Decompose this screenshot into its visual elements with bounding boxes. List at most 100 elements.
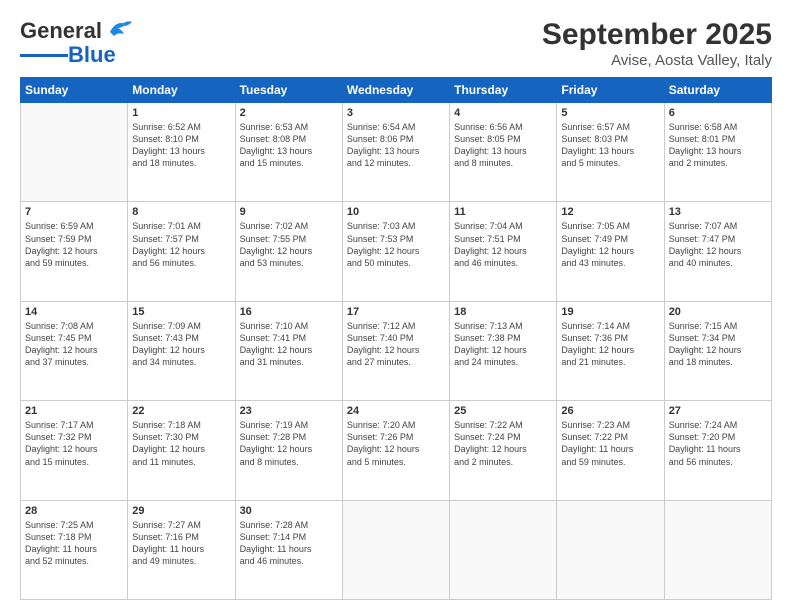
day-content: Sunrise: 7:14 AM Sunset: 7:36 PM Dayligh… — [561, 320, 659, 369]
day-content: Sunrise: 7:03 AM Sunset: 7:53 PM Dayligh… — [347, 220, 445, 269]
calendar-cell — [450, 500, 557, 599]
calendar-cell: 28Sunrise: 7:25 AM Sunset: 7:18 PM Dayli… — [21, 500, 128, 599]
calendar-cell: 8 Sunrise: 7:01 AM Sunset: 7:57 PM Daylig… — [128, 202, 235, 301]
day-content: Sunrise: 7:28 AM Sunset: 7:14 PM Dayligh… — [240, 519, 338, 568]
day-number: 8 — [132, 206, 230, 218]
day-number: 23 — [240, 405, 338, 417]
calendar-cell: 10Sunrise: 7:03 AM Sunset: 7:53 PM Dayli… — [342, 202, 449, 301]
calendar-cell: 11 Sunrise: 7:04 AM Sunset: 7:51 PM Dayli… — [450, 202, 557, 301]
day-number: 11 — [454, 206, 552, 218]
calendar-cell: 24Sunrise: 7:20 AM Sunset: 7:26 PM Dayli… — [342, 401, 449, 500]
day-number: 6 — [669, 107, 767, 119]
calendar-week-row: 28Sunrise: 7:25 AM Sunset: 7:18 PM Dayli… — [21, 500, 772, 599]
day-number: 20 — [669, 306, 767, 318]
day-number: 7 — [25, 206, 123, 218]
calendar-cell: 4 Sunrise: 6:56 AM Sunset: 8:05 PM Daylig… — [450, 103, 557, 202]
day-number: 21 — [25, 405, 123, 417]
calendar-cell: 7 Sunrise: 6:59 AM Sunset: 7:59 PM Daylig… — [21, 202, 128, 301]
calendar-cell — [342, 500, 449, 599]
day-content: Sunrise: 6:54 AM Sunset: 8:06 PM Dayligh… — [347, 121, 445, 170]
day-content: Sunrise: 7:13 AM Sunset: 7:38 PM Dayligh… — [454, 320, 552, 369]
day-content: Sunrise: 7:01 AM Sunset: 7:57 PM Dayligh… — [132, 220, 230, 269]
col-wednesday: Wednesday — [342, 78, 449, 103]
day-number: 5 — [561, 107, 659, 119]
day-number: 2 — [240, 107, 338, 119]
day-content: Sunrise: 7:15 AM Sunset: 7:34 PM Dayligh… — [669, 320, 767, 369]
logo: General Blue — [20, 18, 132, 68]
day-number: 13 — [669, 206, 767, 218]
day-number: 30 — [240, 505, 338, 517]
calendar-table: Sunday Monday Tuesday Wednesday Thursday… — [20, 77, 772, 600]
day-content: Sunrise: 7:04 AM Sunset: 7:51 PM Dayligh… — [454, 220, 552, 269]
day-number: 27 — [669, 405, 767, 417]
day-content: Sunrise: 7:22 AM Sunset: 7:24 PM Dayligh… — [454, 419, 552, 468]
calendar-cell: 22 Sunrise: 7:18 AM Sunset: 7:30 PM Dayli… — [128, 401, 235, 500]
day-number: 14 — [25, 306, 123, 318]
calendar-cell: 30 Sunrise: 7:28 AM Sunset: 7:14 PM Dayli… — [235, 500, 342, 599]
day-number: 29 — [132, 505, 230, 517]
calendar-cell: 13 Sunrise: 7:07 AM Sunset: 7:47 PM Dayli… — [664, 202, 771, 301]
calendar-cell: 21Sunrise: 7:17 AM Sunset: 7:32 PM Dayli… — [21, 401, 128, 500]
day-content: Sunrise: 7:25 AM Sunset: 7:18 PM Dayligh… — [25, 519, 123, 568]
day-content: Sunrise: 6:53 AM Sunset: 8:08 PM Dayligh… — [240, 121, 338, 170]
logo-blue: Blue — [68, 42, 116, 68]
col-saturday: Saturday — [664, 78, 771, 103]
day-content: Sunrise: 7:27 AM Sunset: 7:16 PM Dayligh… — [132, 519, 230, 568]
calendar-cell: 12 Sunrise: 7:05 AM Sunset: 7:49 PM Dayli… — [557, 202, 664, 301]
day-content: Sunrise: 7:09 AM Sunset: 7:43 PM Dayligh… — [132, 320, 230, 369]
day-content: Sunrise: 7:23 AM Sunset: 7:22 PM Dayligh… — [561, 419, 659, 468]
logo-general: General — [20, 18, 102, 44]
day-content: Sunrise: 7:12 AM Sunset: 7:40 PM Dayligh… — [347, 320, 445, 369]
calendar-cell — [664, 500, 771, 599]
calendar-cell: 9Sunrise: 7:02 AM Sunset: 7:55 PM Daylig… — [235, 202, 342, 301]
calendar-cell — [21, 103, 128, 202]
calendar-cell: 14 Sunrise: 7:08 AM Sunset: 7:45 PM Dayli… — [21, 301, 128, 400]
day-content: Sunrise: 7:05 AM Sunset: 7:49 PM Dayligh… — [561, 220, 659, 269]
weekday-header-row: Sunday Monday Tuesday Wednesday Thursday… — [21, 78, 772, 103]
col-friday: Friday — [557, 78, 664, 103]
day-content: Sunrise: 7:20 AM Sunset: 7:26 PM Dayligh… — [347, 419, 445, 468]
day-number: 4 — [454, 107, 552, 119]
col-monday: Monday — [128, 78, 235, 103]
day-number: 12 — [561, 206, 659, 218]
day-content: Sunrise: 7:18 AM Sunset: 7:30 PM Dayligh… — [132, 419, 230, 468]
day-content: Sunrise: 6:56 AM Sunset: 8:05 PM Dayligh… — [454, 121, 552, 170]
day-content: Sunrise: 7:10 AM Sunset: 7:41 PM Dayligh… — [240, 320, 338, 369]
day-content: Sunrise: 7:24 AM Sunset: 7:20 PM Dayligh… — [669, 419, 767, 468]
calendar-week-row: 1 Sunrise: 6:52 AM Sunset: 8:10 PM Daylig… — [21, 103, 772, 202]
day-content: Sunrise: 6:52 AM Sunset: 8:10 PM Dayligh… — [132, 121, 230, 170]
day-number: 1 — [132, 107, 230, 119]
day-number: 15 — [132, 306, 230, 318]
calendar-cell: 2 Sunrise: 6:53 AM Sunset: 8:08 PM Daylig… — [235, 103, 342, 202]
calendar-week-row: 14 Sunrise: 7:08 AM Sunset: 7:45 PM Dayli… — [21, 301, 772, 400]
day-number: 9 — [240, 206, 338, 218]
calendar-cell — [557, 500, 664, 599]
calendar-cell: 20 Sunrise: 7:15 AM Sunset: 7:34 PM Dayli… — [664, 301, 771, 400]
calendar-cell: 25Sunrise: 7:22 AM Sunset: 7:24 PM Dayli… — [450, 401, 557, 500]
day-number: 17 — [347, 306, 445, 318]
col-tuesday: Tuesday — [235, 78, 342, 103]
day-content: Sunrise: 7:08 AM Sunset: 7:45 PM Dayligh… — [25, 320, 123, 369]
day-content: Sunrise: 6:58 AM Sunset: 8:01 PM Dayligh… — [669, 121, 767, 170]
day-content: Sunrise: 7:07 AM Sunset: 7:47 PM Dayligh… — [669, 220, 767, 269]
logo-underline — [20, 54, 68, 57]
day-number: 26 — [561, 405, 659, 417]
calendar-cell: 19 Sunrise: 7:14 AM Sunset: 7:36 PM Dayli… — [557, 301, 664, 400]
logo-bird-icon — [104, 18, 132, 40]
calendar-body: 1 Sunrise: 6:52 AM Sunset: 8:10 PM Daylig… — [21, 103, 772, 600]
day-number: 3 — [347, 107, 445, 119]
col-thursday: Thursday — [450, 78, 557, 103]
calendar-cell: 15 Sunrise: 7:09 AM Sunset: 7:43 PM Dayli… — [128, 301, 235, 400]
day-number: 22 — [132, 405, 230, 417]
day-content: Sunrise: 6:59 AM Sunset: 7:59 PM Dayligh… — [25, 220, 123, 269]
calendar-cell: 5Sunrise: 6:57 AM Sunset: 8:03 PM Daylig… — [557, 103, 664, 202]
calendar-cell: 18Sunrise: 7:13 AM Sunset: 7:38 PM Dayli… — [450, 301, 557, 400]
day-number: 19 — [561, 306, 659, 318]
page: General Blue September 2025 Avise, Aosta… — [0, 0, 792, 612]
calendar-cell: 16Sunrise: 7:10 AM Sunset: 7:41 PM Dayli… — [235, 301, 342, 400]
calendar-cell: 17 Sunrise: 7:12 AM Sunset: 7:40 PM Dayli… — [342, 301, 449, 400]
page-subtitle: Avise, Aosta Valley, Italy — [542, 52, 772, 69]
calendar-cell: 23Sunrise: 7:19 AM Sunset: 7:28 PM Dayli… — [235, 401, 342, 500]
calendar-cell: 1 Sunrise: 6:52 AM Sunset: 8:10 PM Daylig… — [128, 103, 235, 202]
calendar-cell: 27 Sunrise: 7:24 AM Sunset: 7:20 PM Dayli… — [664, 401, 771, 500]
